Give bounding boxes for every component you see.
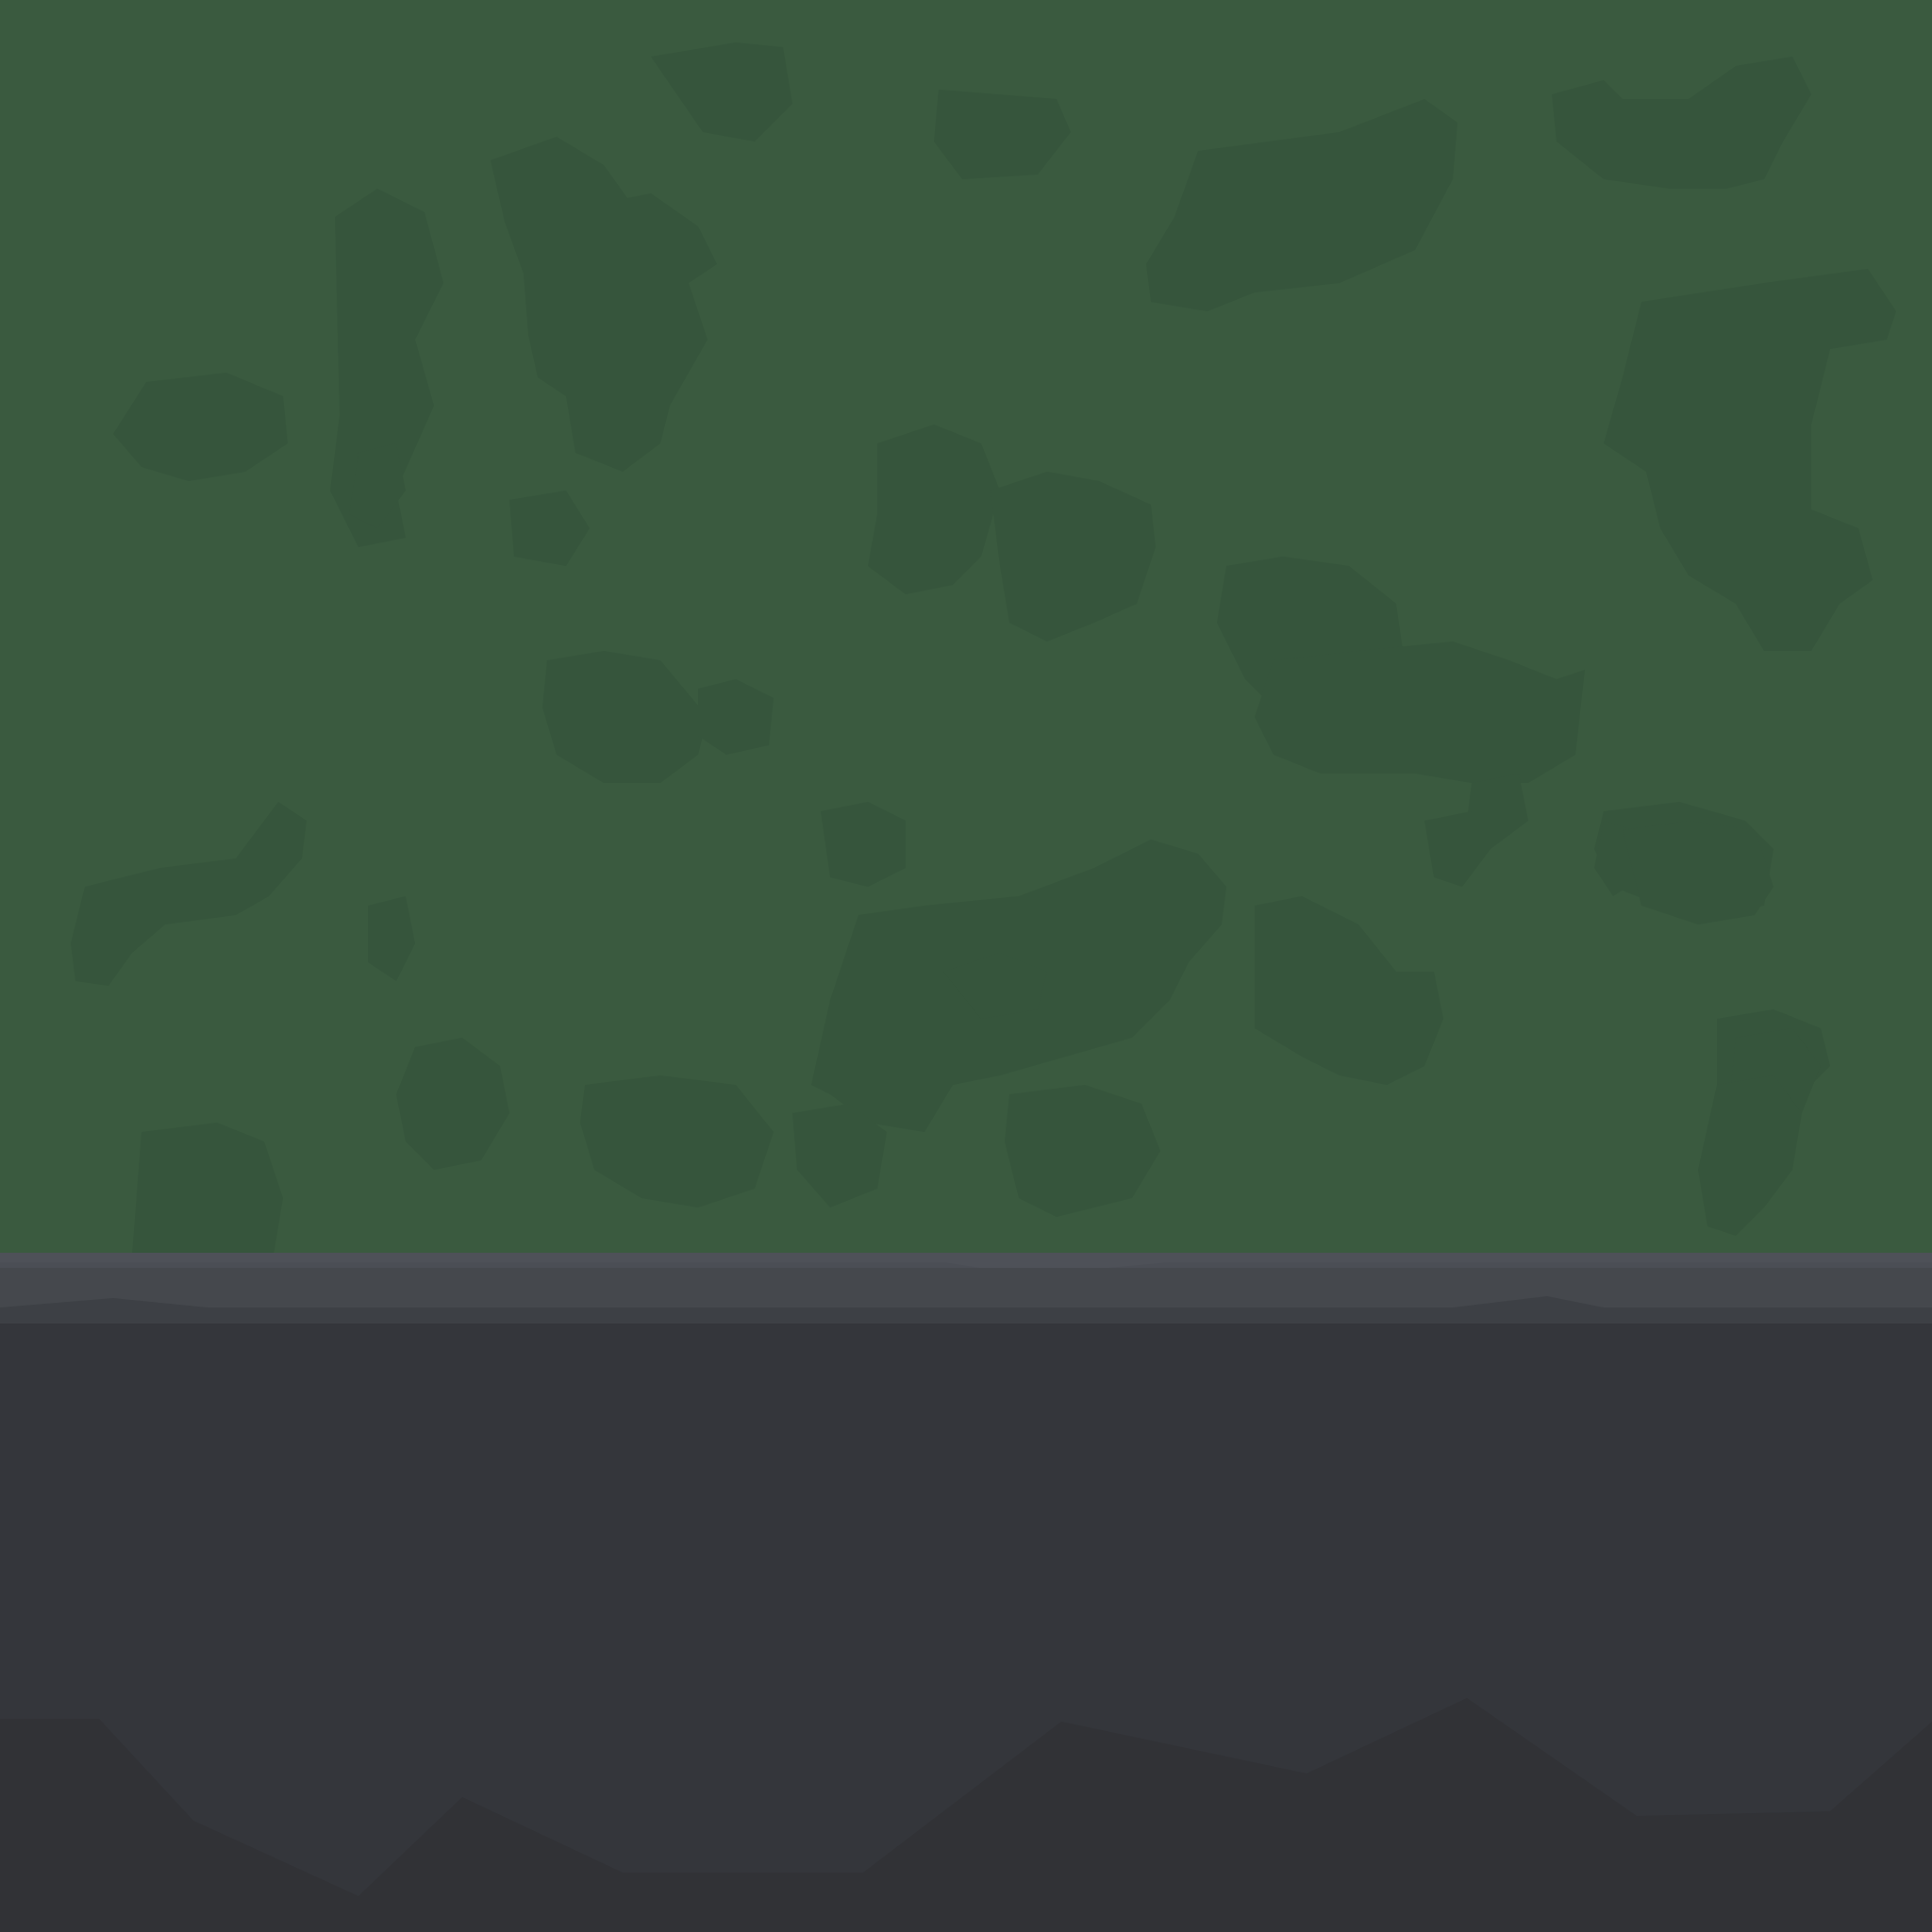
grass-region (0, 0, 1932, 1255)
terrain-canvas (0, 0, 1932, 1932)
grass-patch (132, 1123, 283, 1255)
stone-ledge (0, 1253, 1932, 1324)
rock-base (0, 1324, 1932, 1932)
ledge-face (0, 1268, 1932, 1307)
game-scene (0, 0, 1932, 1932)
grass-patch (821, 802, 906, 887)
